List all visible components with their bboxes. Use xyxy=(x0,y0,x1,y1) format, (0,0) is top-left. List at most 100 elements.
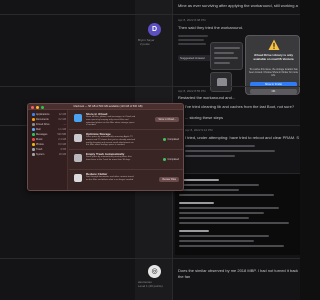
sidebar-item-size: — xyxy=(63,123,67,126)
doc-line xyxy=(178,43,206,45)
post-text: I tried, under attempting: have tried to… xyxy=(185,135,299,140)
completed-status: Completed xyxy=(163,137,179,142)
sidebar-item-icloud-drive[interactable]: iCloud Drive — xyxy=(32,123,68,127)
avatar[interactable]: D xyxy=(148,23,161,36)
sidebar-item-music[interactable]: Music 2.4 GB xyxy=(32,138,68,142)
terminal-line xyxy=(179,194,274,196)
minimize-button[interactable] xyxy=(36,105,39,109)
code-line xyxy=(185,145,255,147)
recommendation-store-in-icloud: Store in iCloud Store all files, photos,… xyxy=(69,110,183,130)
terminal-line xyxy=(179,230,209,232)
author-stats: Level 1 (40 points) xyxy=(138,284,163,288)
review-files-button[interactable]: Review Files xyxy=(159,177,179,182)
post-text: Then said they tried the workaround. xyxy=(178,25,243,30)
sidebar-item-label: Music xyxy=(36,138,43,141)
trash-icon xyxy=(74,154,82,162)
panel-line xyxy=(214,57,238,59)
panel-line xyxy=(214,47,240,49)
terminal-line xyxy=(179,240,254,242)
post-date: Apr 8, 2022 8:55 PM xyxy=(178,89,206,93)
category-dot xyxy=(32,133,35,136)
sidebar-item-messages[interactable]: Messages 540 MB xyxy=(32,133,68,137)
sidebar-item-size: 2.4 GB xyxy=(58,138,66,141)
terminal-line xyxy=(179,222,289,224)
storage-sidebar: Applications 12 GB Documents 3.2 GB iClo… xyxy=(28,110,68,190)
store-in-icloud-button[interactable]: Store in iCloud... xyxy=(155,117,179,122)
sidebar-item-label: Mail xyxy=(36,128,41,131)
finder-panel xyxy=(210,42,243,70)
alert-title: iCloud Drive Library is only available o… xyxy=(253,53,294,61)
category-dot xyxy=(32,153,35,156)
author-stats: 2 posts xyxy=(140,42,150,46)
sidebar-item-system[interactable]: System 18 GB xyxy=(32,153,68,157)
sidebar-item-label: System xyxy=(36,153,45,156)
sidebar-item-label: Documents xyxy=(36,118,49,121)
category-dot xyxy=(32,113,35,116)
status-label: Completed xyxy=(167,138,179,141)
document-icon xyxy=(74,174,82,182)
panel-line xyxy=(214,52,234,54)
storage-management-window: Macbook — 58 GB of 500 GB available (123… xyxy=(27,103,184,191)
recommendations-panel: Store in iCloud Store all files, photos,… xyxy=(69,110,183,190)
panel-line xyxy=(214,62,230,64)
sidebar-item-size: 3.2 GB xyxy=(58,118,66,121)
status-label: Completed xyxy=(167,158,179,161)
completed-status: Completed xyxy=(163,157,179,162)
code-line xyxy=(185,155,235,157)
terminal-line xyxy=(179,235,269,237)
post-text: ... storing these steps xyxy=(185,115,224,120)
recommendation-empty-trash: Empty Trash Automatically Save space by … xyxy=(69,150,183,170)
category-dot xyxy=(32,123,35,126)
post-text: the fan xyxy=(178,274,191,279)
sidebar-item-label: Photos xyxy=(36,143,44,146)
checkmark-icon xyxy=(163,157,167,161)
post: ◎ ekumunsu Level 1 (40 points) Does the … xyxy=(0,258,300,300)
tv-icon xyxy=(74,134,82,142)
sidebar-item-trash[interactable]: Trash 0 KB xyxy=(32,148,68,152)
terminal-line xyxy=(179,212,264,214)
doc-line xyxy=(178,39,204,41)
terminal-line xyxy=(179,207,279,209)
recommendation-optimize-storage: Optimize Storage Save space by automatic… xyxy=(69,130,183,150)
sidebar-item-label: iCloud Drive xyxy=(36,123,50,126)
recommendation-reduce-clutter: Reduce Clutter Sort through documents an… xyxy=(69,170,183,190)
post-text: Restarted the workaround and... xyxy=(178,95,236,100)
sidebar-item-label: Trash xyxy=(36,148,43,151)
sidebar-item-size: 0 KB xyxy=(60,148,66,151)
sidebar-item-size: 12 GB xyxy=(58,113,66,116)
post-text: I've tried cleaning lib and caches from … xyxy=(185,104,295,109)
post-text: Does the similar observed by me 2018 MBP… xyxy=(178,268,298,273)
sidebar-item-documents[interactable]: Documents 3.2 GB xyxy=(32,118,68,122)
category-dot xyxy=(32,128,35,131)
sidebar-item-label: Applications xyxy=(36,113,50,116)
recommendation-description: Save space by automatically erasing item… xyxy=(86,156,132,161)
sidebar-item-size: 540 MB xyxy=(57,133,66,136)
sidebar-item-size: 18 GB xyxy=(58,153,66,156)
post-date: Apr 8, 2022 8:48 PM xyxy=(178,18,206,22)
zoom-button[interactable] xyxy=(41,105,44,109)
terminal-output xyxy=(175,173,300,255)
terminal-line xyxy=(179,184,259,186)
recommendation-description: Store all files, photos, and messages in… xyxy=(86,116,136,127)
terminal-line xyxy=(179,202,214,204)
cloud-icon xyxy=(74,114,82,122)
sidebar-item-photos[interactable]: Photos 8.0 GB xyxy=(32,143,68,147)
close-button[interactable] xyxy=(31,105,34,109)
sidebar-item-applications[interactable]: Applications 12 GB xyxy=(32,113,68,117)
terminal-line xyxy=(179,189,239,191)
category-dot xyxy=(32,118,35,121)
alert-body: To resolve this issue, the storage locat… xyxy=(249,68,298,77)
post-text: Mine as ever surviving after applying th… xyxy=(178,3,298,8)
sidebar-item-mail[interactable]: Mail 1.1 GB xyxy=(32,128,68,132)
recommendation-description: Sort through documents and other content… xyxy=(86,176,134,181)
warning-icon xyxy=(268,39,280,50)
doc-line xyxy=(178,35,208,37)
category-dot xyxy=(32,148,35,151)
recommendation-description: Save space by automatically removing App… xyxy=(86,136,136,147)
terminal-line xyxy=(179,217,249,219)
suggested-answer-badge: Suggested Answer xyxy=(178,55,213,61)
sidebar-item-label: Messages xyxy=(36,133,48,136)
terminal-line xyxy=(179,179,219,181)
terminal-line xyxy=(179,245,284,247)
avatar[interactable]: ◎ xyxy=(148,265,161,278)
